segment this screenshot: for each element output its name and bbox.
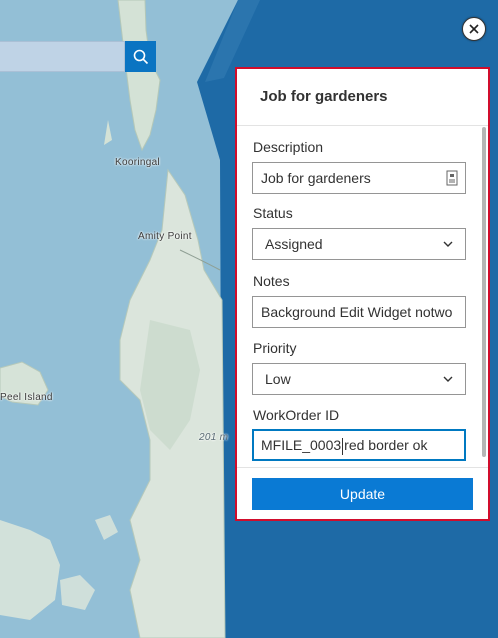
workorder-field[interactable]: MFILE_0003 red border ok (252, 429, 466, 461)
search-icon (133, 49, 148, 64)
priority-select[interactable]: Low (252, 363, 466, 395)
workorder-value-before: MFILE_0003 (261, 437, 342, 453)
map-label-kooringal: Kooringal (115, 157, 160, 168)
workorder-value-after: red border ok (344, 437, 428, 453)
priority-label: Priority (253, 340, 297, 356)
status-select[interactable]: Assigned (252, 228, 466, 260)
text-field-icon (446, 170, 458, 186)
close-button[interactable] (462, 17, 486, 41)
description-field[interactable]: Job for gardeners (252, 162, 466, 194)
attribute-form: Description Job for gardeners Status Ass… (237, 126, 488, 472)
chevron-down-icon (443, 241, 453, 247)
workorder-label: WorkOrder ID (253, 407, 340, 423)
status-value: Assigned (265, 236, 323, 252)
map-label-amity-point: Amity Point (138, 231, 192, 242)
search-button[interactable] (125, 41, 156, 72)
priority-value: Low (265, 371, 291, 387)
map-label-depth: 201 m (199, 432, 229, 443)
close-icon (469, 24, 479, 34)
edit-panel: Job for gardeners Description Job for ga… (235, 67, 490, 521)
panel-header: Job for gardeners (237, 69, 488, 126)
panel-title: Job for gardeners (260, 88, 388, 105)
status-label: Status (253, 205, 293, 221)
footer-divider (237, 467, 488, 468)
search-input[interactable] (0, 41, 125, 72)
chevron-down-icon (443, 376, 453, 382)
update-button[interactable]: Update (252, 478, 473, 510)
description-label: Description (253, 139, 324, 155)
scrollbar[interactable] (482, 127, 486, 457)
map-label-peel-island: Peel Island (0, 392, 53, 403)
notes-value: Background Edit Widget notwo (261, 304, 453, 320)
description-value: Job for gardeners (261, 170, 371, 186)
notes-label: Notes (253, 273, 290, 289)
notes-field[interactable]: Background Edit Widget notwo (252, 296, 466, 328)
